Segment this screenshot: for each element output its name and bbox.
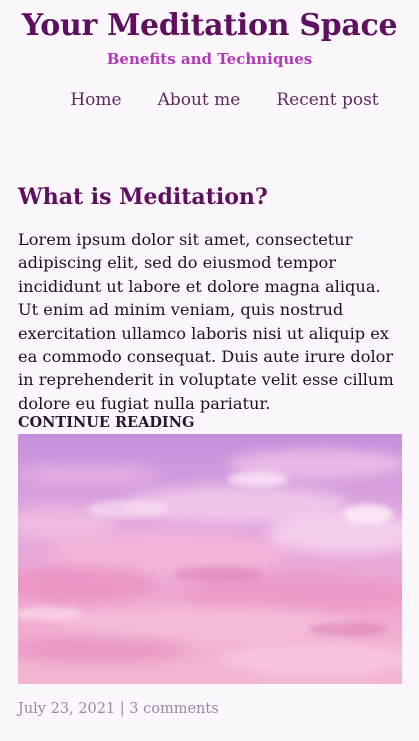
- post-meta: July 23, 2021 | 3 comments: [18, 701, 219, 717]
- post-title[interactable]: What is Meditation?: [18, 184, 268, 210]
- site-title: Your Meditation Space: [21, 8, 398, 43]
- nav-recent-post-link[interactable]: Recent post: [276, 90, 378, 110]
- comments-link[interactable]: 3 comments: [129, 701, 218, 717]
- continue-reading-link[interactable]: CONTINUE READING: [18, 414, 194, 431]
- cloudy-sky-image: [18, 434, 402, 684]
- nav-about-me-link[interactable]: About me: [158, 90, 241, 110]
- nav-home-link[interactable]: Home: [70, 90, 121, 110]
- site-subtitle: Benefits and Techniques: [106, 50, 313, 68]
- post-excerpt: Lorem ipsum dolor sit amet, consectetur …: [18, 230, 394, 413]
- meta-separator: |: [119, 701, 125, 717]
- post-hero-image[interactable]: [18, 434, 402, 684]
- post-date: July 23, 2021: [18, 701, 116, 717]
- main-nav: Home About me Recent post: [0, 90, 419, 110]
